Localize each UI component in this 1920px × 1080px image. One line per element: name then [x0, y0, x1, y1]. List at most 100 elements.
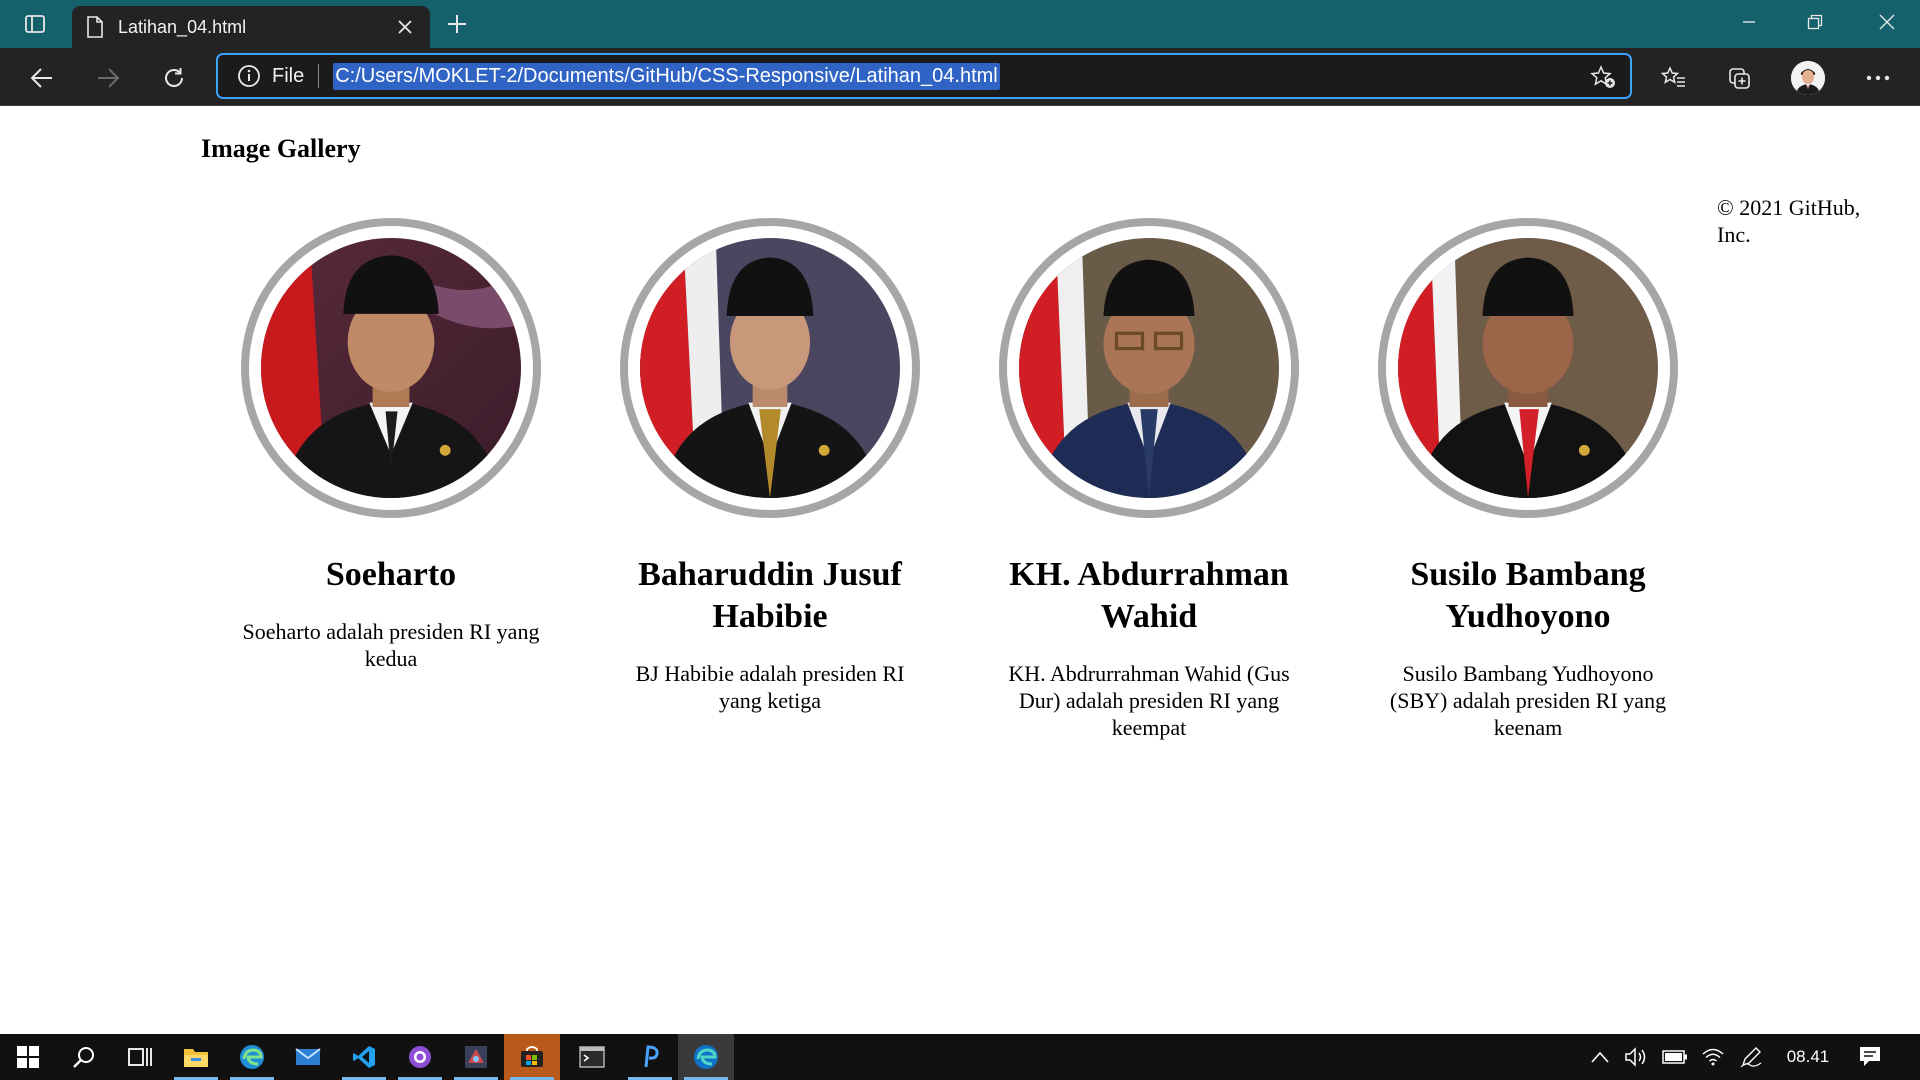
- new-tab-button[interactable]: [440, 8, 474, 40]
- browser-tab[interactable]: Latihan_04.html: [72, 6, 430, 48]
- wifi-button[interactable]: [1698, 1034, 1728, 1080]
- taskbar-clock[interactable]: 08.41: [1778, 1034, 1838, 1080]
- plus-icon: [448, 15, 466, 33]
- chevron-up-icon: [1591, 1051, 1609, 1063]
- task-view-button[interactable]: [112, 1034, 168, 1080]
- volume-button[interactable]: [1622, 1034, 1650, 1080]
- browser-titlebar: Latihan_04.html: [0, 0, 1920, 48]
- taskbar-game[interactable]: [448, 1034, 504, 1080]
- copyright-line-2: Inc.: [1717, 222, 1751, 247]
- portrait-photo: [261, 238, 521, 498]
- minimize-icon: [1743, 21, 1755, 23]
- wifi-icon: [1702, 1048, 1724, 1066]
- pen-workspace-button[interactable]: [1736, 1034, 1766, 1080]
- taskbar-mail[interactable]: [280, 1034, 336, 1080]
- battery-button[interactable]: [1660, 1034, 1690, 1080]
- address-separator: [318, 64, 320, 88]
- close-window-button[interactable]: [1854, 0, 1920, 44]
- taskbar-phpstorm[interactable]: [622, 1034, 678, 1080]
- photo-frame: [999, 218, 1299, 518]
- tab-title: Latihan_04.html: [118, 16, 247, 37]
- card-name: Soeharto: [325, 556, 457, 593]
- restore-button[interactable]: [1782, 0, 1848, 44]
- github-desktop-icon: [409, 1046, 431, 1068]
- profile-button[interactable]: [1786, 58, 1830, 98]
- gallery-card: Soeharto Soeharto adalah presiden RI yan…: [233, 218, 549, 672]
- page-content: Image Gallery © 2021 GitHub, Inc. Soehar…: [0, 106, 1920, 1034]
- mail-icon: [295, 1048, 321, 1065]
- close-icon: [398, 20, 412, 34]
- game-icon: [465, 1046, 487, 1068]
- photo-frame: [241, 218, 541, 518]
- pen-icon: [1740, 1047, 1762, 1068]
- back-arrow-icon: [30, 68, 52, 88]
- edge-dev-icon: [694, 1045, 718, 1069]
- site-info-button[interactable]: [236, 63, 262, 89]
- gallery-card: Baharuddin Jusuf Habibie BJ Habibie adal…: [612, 218, 928, 714]
- phpstorm-icon: [644, 1045, 659, 1068]
- forward-button[interactable]: [86, 58, 130, 98]
- card-description: Soeharto adalah presiden RI yang kedua: [242, 619, 540, 671]
- card-description: Susilo Bambang Yudhoyono (SBY) adalah pr…: [1389, 661, 1667, 740]
- tab-actions-icon: [25, 15, 45, 33]
- show-hidden-icons-button[interactable]: [1588, 1034, 1612, 1080]
- refresh-button[interactable]: [152, 58, 196, 98]
- gallery-card: KH. Abdurrahman Wahid KH. Abdrurrahman W…: [991, 218, 1307, 741]
- collections-icon: [1729, 68, 1750, 89]
- taskbar-edge-dev[interactable]: [678, 1034, 734, 1080]
- portrait-photo: [1019, 238, 1279, 498]
- add-favorite-icon: [1590, 65, 1615, 88]
- windows-start-icon: [17, 1046, 39, 1068]
- windows-taskbar: 08.41: [0, 1034, 1920, 1080]
- taskbar-terminal[interactable]: [564, 1034, 620, 1080]
- info-icon: [238, 65, 260, 87]
- battery-icon: [1662, 1050, 1687, 1064]
- url-text[interactable]: C:/Users/MOKLET-2/Documents/GitHub/CSS-R…: [333, 62, 1000, 90]
- notification-center-button[interactable]: [1850, 1034, 1890, 1080]
- volume-icon: [1625, 1047, 1646, 1067]
- more-icon: [1866, 75, 1890, 81]
- vscode-icon: [353, 1046, 375, 1068]
- taskbar-edge[interactable]: [224, 1034, 280, 1080]
- store-icon: [521, 1046, 543, 1067]
- taskbar-store[interactable]: [504, 1034, 560, 1080]
- notification-icon: [1860, 1047, 1880, 1066]
- card-description: BJ Habibie adalah presiden RI yang ketig…: [635, 661, 905, 713]
- restore-icon: [1807, 14, 1823, 30]
- tab-actions-button[interactable]: [12, 8, 58, 40]
- file-icon: [87, 16, 103, 38]
- favorites-button[interactable]: [1652, 58, 1696, 98]
- back-button[interactable]: [20, 58, 64, 98]
- close-window-icon: [1879, 14, 1895, 30]
- refresh-icon: [165, 68, 183, 87]
- start-button[interactable]: [0, 1034, 56, 1080]
- clock-time: 08.41: [1786, 1047, 1830, 1066]
- taskbar-vscode[interactable]: [336, 1034, 392, 1080]
- taskbar-github-desktop[interactable]: [392, 1034, 448, 1080]
- scheme-label: File: [272, 64, 305, 87]
- photo-frame: [1378, 218, 1678, 518]
- portrait-photo: [1398, 238, 1658, 498]
- photo-frame: [620, 218, 920, 518]
- card-description: KH. Abdrurrahman Wahid (Gus Dur) adalah …: [1008, 661, 1290, 740]
- page-title: Image Gallery: [201, 134, 361, 163]
- search-icon: [73, 1047, 94, 1068]
- copyright-note: © 2021 GitHub, Inc.: [1717, 194, 1897, 248]
- card-name: KH. Abdurrahman Wahid: [1009, 556, 1289, 635]
- tab-close-button[interactable]: [394, 16, 416, 38]
- taskbar-file-explorer[interactable]: [168, 1034, 224, 1080]
- card-name: Baharuddin Jusuf Habibie: [638, 556, 902, 635]
- add-favorite-button[interactable]: [1588, 63, 1618, 91]
- search-button[interactable]: [56, 1034, 112, 1080]
- terminal-icon: [579, 1046, 605, 1068]
- profile-avatar: [1791, 61, 1825, 95]
- forward-arrow-icon: [98, 68, 120, 88]
- collections-button[interactable]: [1718, 58, 1762, 98]
- address-bar[interactable]: File C:/Users/MOKLET-2/Documents/GitHub/…: [216, 53, 1632, 99]
- favorites-icon: [1661, 66, 1685, 87]
- minimize-button[interactable]: [1716, 0, 1782, 44]
- browser-toolbar: File C:/Users/MOKLET-2/Documents/GitHub/…: [0, 48, 1920, 106]
- task-view-icon: [128, 1048, 152, 1066]
- more-button[interactable]: [1856, 58, 1900, 98]
- edge-icon: [240, 1045, 264, 1069]
